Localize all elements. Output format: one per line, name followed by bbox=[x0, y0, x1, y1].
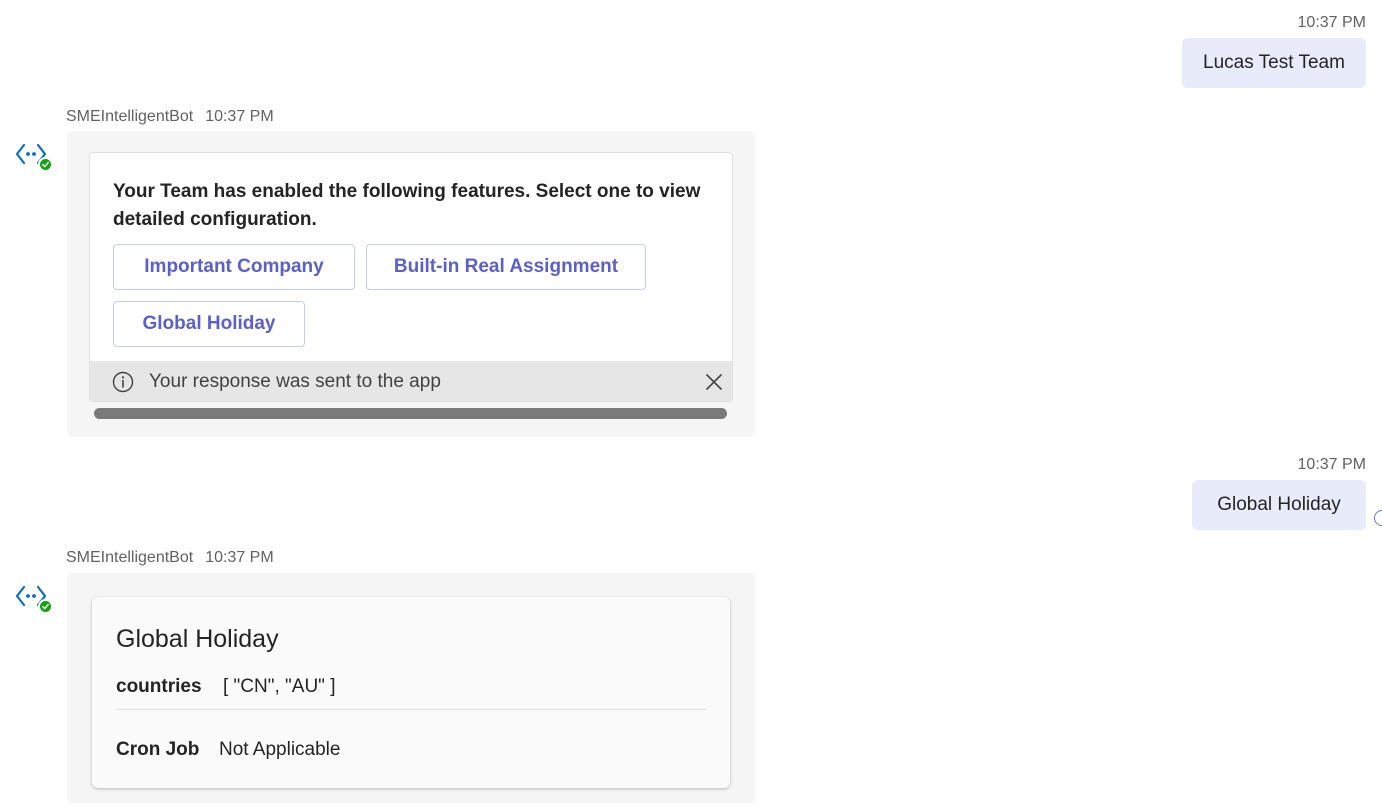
bot-message-bubble: Your Team has enabled the following feat… bbox=[67, 131, 755, 437]
global-holiday-button[interactable]: Global Holiday bbox=[113, 301, 305, 347]
checkmark-icon bbox=[42, 603, 49, 610]
bot-message-bubble: Global Holiday countries [ "CN", "AU" ] … bbox=[67, 573, 755, 803]
bot-message-header: SMEIntelligentBot 10:37 PM bbox=[66, 108, 274, 126]
fact-value-cron-job: Not Applicable bbox=[219, 739, 341, 760]
fact-value-countries: [ "CN", "AU" ] bbox=[223, 676, 336, 697]
bot-avatar[interactable] bbox=[14, 140, 54, 180]
bot-message-time: 10:37 PM bbox=[205, 108, 274, 125]
horizontal-scrollbar[interactable] bbox=[94, 408, 727, 419]
user-message-time: 10:37 PM bbox=[1297, 14, 1366, 31]
card-title: Global Holiday bbox=[116, 625, 279, 653]
user-message-text: Global Holiday bbox=[1217, 494, 1341, 515]
fact-label-cron-job: Cron Job bbox=[116, 739, 200, 760]
built-in-real-assignment-button[interactable]: Built-in Real Assignment bbox=[366, 244, 646, 290]
user-message-time: 10:37 PM bbox=[1297, 456, 1366, 473]
bot-sender-name: SMEIntelligentBot bbox=[66, 108, 194, 125]
fact-divider bbox=[116, 709, 706, 710]
read-receipt-icon bbox=[1374, 510, 1382, 526]
user-message-bubble: Lucas Test Team bbox=[1182, 38, 1366, 88]
bot-sender-name: SMEIntelligentBot bbox=[66, 549, 194, 566]
info-icon bbox=[112, 371, 134, 393]
response-sent-text: Your response was sent to the app bbox=[149, 371, 441, 392]
checkmark-icon bbox=[42, 161, 49, 168]
user-message-text: Lucas Test Team bbox=[1203, 52, 1345, 73]
bot-message-time: 10:37 PM bbox=[205, 549, 274, 566]
response-sent-banner: Your response was sent to the app bbox=[90, 361, 732, 401]
bot-message-header: SMEIntelligentBot 10:37 PM bbox=[66, 549, 274, 567]
adaptive-card-global-holiday: Global Holiday countries [ "CN", "AU" ] … bbox=[92, 597, 730, 788]
fact-label-countries: countries bbox=[116, 676, 202, 697]
close-icon[interactable] bbox=[704, 372, 724, 392]
bot-avatar[interactable] bbox=[14, 582, 54, 622]
user-message-bubble: Global Holiday bbox=[1192, 480, 1366, 530]
presence-badge bbox=[38, 157, 53, 172]
adaptive-card-features: Your Team has enabled the following feat… bbox=[89, 152, 733, 402]
card-description: Your Team has enabled the following feat… bbox=[113, 181, 701, 230]
presence-badge bbox=[38, 599, 53, 614]
important-company-button[interactable]: Important Company bbox=[113, 244, 355, 290]
chat-canvas: 10:37 PM Lucas Test Team SMEIntelligentB… bbox=[0, 0, 1382, 812]
